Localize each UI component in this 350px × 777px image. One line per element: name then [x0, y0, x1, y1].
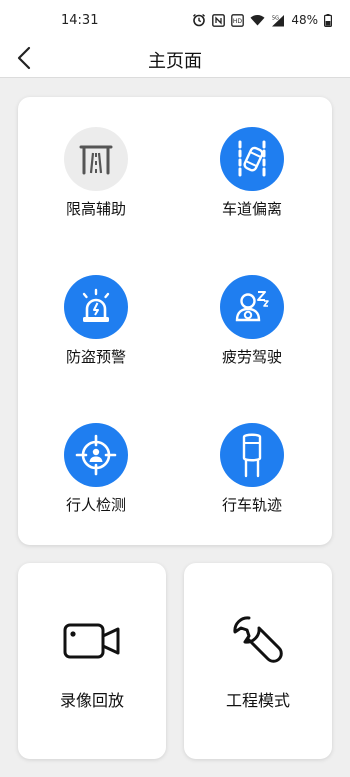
feature-label: 防盗预警: [65, 348, 126, 366]
feature-label: 行人检测: [65, 496, 126, 514]
pedestrian-target-icon: [64, 423, 128, 487]
feature-anti-theft[interactable]: 防盗预警: [26, 275, 166, 395]
video-playback-card[interactable]: 录像回放: [18, 563, 166, 759]
height-limit-icon: [64, 127, 128, 191]
status-bar: 14:31 HD 5G 48%: [0, 0, 350, 40]
feature-pedestrian-detection[interactable]: 行人检测: [26, 423, 166, 543]
status-icons: HD 5G 48%: [192, 13, 332, 27]
engineering-mode-card[interactable]: 工程模式: [184, 563, 332, 759]
signal-5g-icon: 5G: [271, 14, 285, 27]
svg-text:HD: HD: [233, 18, 243, 25]
feature-driving-track[interactable]: 行车轨迹: [182, 423, 322, 543]
fatigue-driver-icon: [220, 275, 284, 339]
feature-label: 疲劳驾驶: [221, 348, 282, 366]
feature-label: 车道偏离: [221, 200, 282, 218]
volte-icon: HD: [231, 13, 245, 27]
feature-height-limit[interactable]: 限高辅助: [26, 127, 166, 247]
status-time: 14:31: [61, 13, 99, 28]
features-card: 限高辅助 车道偏离 防盗预警 疲劳驾驶 行人检测 行车轨迹: [18, 97, 332, 545]
card-label: 录像回放: [59, 691, 124, 710]
feature-fatigue-driving[interactable]: 疲劳驾驶: [182, 275, 322, 395]
nfc-icon: [212, 13, 226, 27]
alarm-siren-icon: [64, 275, 128, 339]
feature-label: 行车轨迹: [221, 496, 282, 514]
page-title: 主页面: [148, 51, 202, 72]
app-header: 主页面: [0, 40, 350, 78]
car-track-icon: [220, 423, 284, 487]
wrench-icon: [233, 616, 283, 663]
card-label: 工程模式: [225, 691, 290, 710]
alarm-icon: [192, 13, 206, 27]
feature-lane-departure[interactable]: 车道偏离: [182, 127, 322, 247]
video-camera-icon: [63, 623, 120, 659]
battery-percent: 48%: [291, 13, 318, 27]
wifi-icon: [250, 14, 265, 26]
lane-departure-icon: [220, 127, 284, 191]
svg-text:5G: 5G: [272, 15, 279, 21]
battery-icon: [324, 13, 332, 27]
feature-label: 限高辅助: [65, 200, 126, 218]
